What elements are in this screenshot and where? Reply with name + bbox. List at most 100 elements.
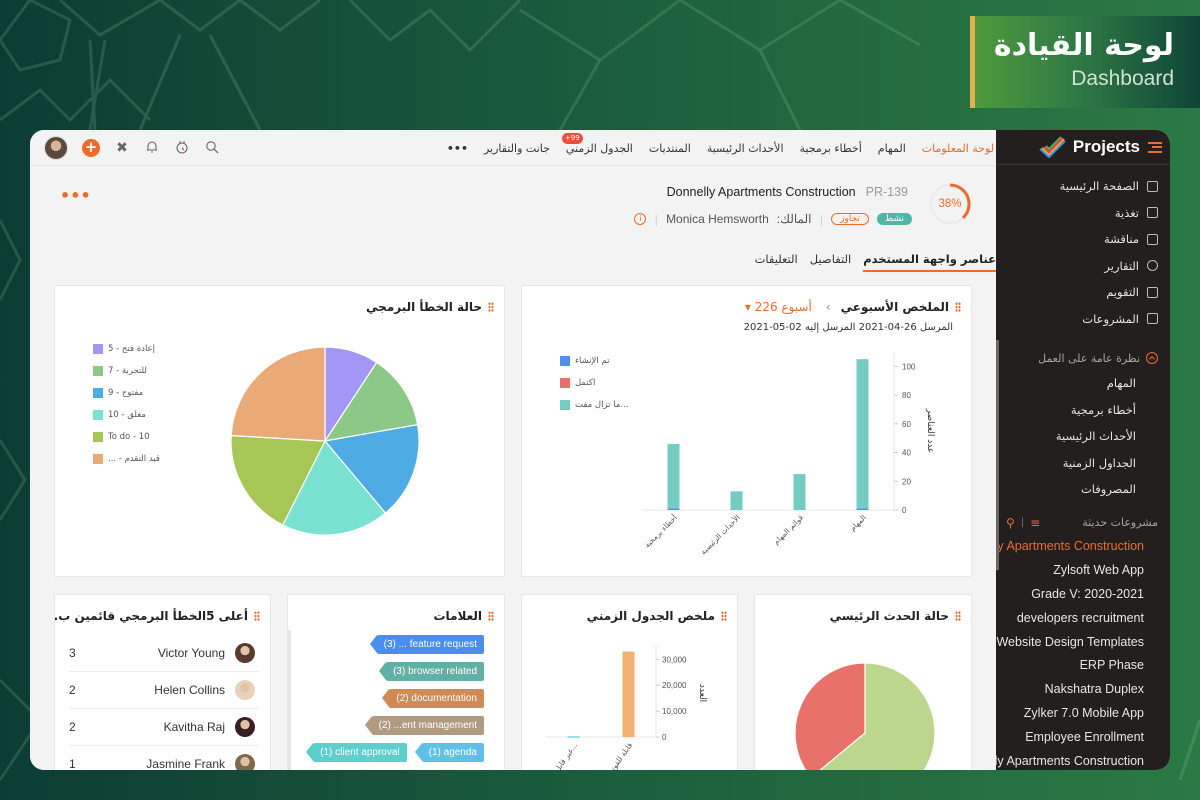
legend-item[interactable]: قيد التقدم - ... [93, 448, 160, 470]
sidebar: Projects الصفحة الرئيسية تغذية مناقشة ال… [996, 130, 1170, 770]
recent-project-item[interactable]: Website Design Templates [996, 630, 1170, 654]
nav-timesheet[interactable]: الجدول الزمني +99 [561, 132, 633, 155]
reporter-row[interactable]: Helen Collins 2 [69, 672, 259, 709]
recent-project-label: Zylsoft Web App [1053, 563, 1144, 578]
bar-open[interactable] [667, 443, 680, 509]
more-menu-button[interactable]: ••• [447, 142, 468, 155]
recent-project-item[interactable]: ERP Phase [996, 653, 1170, 677]
legend-item[interactable]: للتجربة - 7 [93, 360, 160, 382]
user-avatar[interactable] [44, 136, 68, 160]
sidebar-item-label: الصفحة الرئيسية [1059, 179, 1139, 194]
sidebar-item-reports[interactable]: التقارير [996, 253, 1170, 280]
projects-logo-icon [1039, 136, 1066, 158]
search-icon[interactable] [204, 140, 220, 156]
project-header: ••• 38% Donnelly Apartments Construction… [30, 166, 996, 278]
hamburger-menu-icon[interactable] [1148, 141, 1162, 153]
tag-chip[interactable]: (1) agenda [414, 743, 484, 762]
sidebar-item-label: مناقشة [1103, 232, 1139, 247]
timesheet-bar[interactable] [622, 651, 635, 737]
recent-project-label: Donnelly Apartments Construction [996, 539, 1144, 554]
bar-open[interactable] [856, 359, 869, 509]
bug-status-slice[interactable] [230, 346, 326, 442]
tag-chip[interactable]: (2) ...ent management [364, 716, 484, 735]
recent-project-item[interactable]: developers recruitment [996, 606, 1170, 630]
sidebar-item-discussion[interactable]: مناقشة [996, 226, 1170, 253]
x-tick-label: الأحداث الرئيسية [698, 512, 742, 556]
add-button[interactable]: + [82, 139, 100, 157]
bell-icon[interactable] [144, 140, 160, 156]
legend-item[interactable]: مفتوح - 9 [93, 382, 160, 404]
chevron-right-icon[interactable]: › [826, 300, 831, 314]
sidebar-item-calendar[interactable]: التقويم [996, 279, 1170, 306]
tab-details[interactable]: التفاصيل [810, 252, 851, 272]
drag-handle-icon[interactable] [254, 611, 260, 621]
sidebar-item-bugs[interactable]: أخطاء برمجية [996, 397, 1170, 424]
legend-label: To do - 10 [108, 432, 150, 442]
tab-ui-widgets[interactable]: عناصر واجهة المستخدم [863, 252, 996, 272]
recent-project-label: Website Design Templates [996, 634, 1144, 649]
tag-chip[interactable]: (2) documentation [382, 689, 484, 708]
reporter-row[interactable]: Jasmine Frank 1 [69, 746, 259, 770]
tag-chip[interactable]: (1) client approval [306, 743, 407, 762]
filter-icon[interactable]: ≡ [1030, 516, 1040, 530]
x-tick-label: قوائم المهام [772, 513, 806, 547]
legend-item[interactable]: إعادة فتح - 5 [93, 338, 160, 360]
recent-project-item[interactable]: Zylsoft Web App [996, 558, 1170, 582]
recent-project-label: Grade V: 2020-2021 [1031, 586, 1144, 601]
bar-created[interactable] [667, 508, 680, 510]
widget-title: حالة الخطأ البرمجي [366, 300, 482, 314]
widget-title: العلامات [433, 609, 483, 623]
search-icon[interactable]: ⚲ [1006, 516, 1015, 530]
sidebar-scrollbar[interactable] [996, 340, 999, 570]
legend-item[interactable]: مغلق - 10 [93, 404, 160, 426]
bar-open[interactable] [730, 491, 743, 510]
tab-comments[interactable]: التعليقات [755, 252, 798, 272]
info-icon[interactable]: i [634, 213, 647, 225]
reporter-row[interactable]: Victor Young 3 [69, 635, 259, 672]
sidebar-item-projects[interactable]: المشروعات [996, 306, 1170, 333]
project-more-button[interactable]: ••• [60, 186, 91, 205]
sidebar-item-expenses[interactable]: المصروفات [996, 476, 1170, 503]
bar-open[interactable] [793, 474, 806, 510]
date-range: المرسل 26-04-2021 المرسل إليه 02-05-2021 [743, 322, 953, 333]
widget-title: أعلى 5الخطأ البرمجي قائمين ب... [54, 609, 248, 623]
tools-icon[interactable]: ✖ [114, 140, 130, 156]
timesheet-bar[interactable] [567, 736, 580, 738]
legend-item[interactable]: To do - 10 [93, 426, 160, 448]
banner-title-english: Dashboard [1071, 67, 1174, 90]
nav-milestones[interactable]: الأحداث الرئيسية [707, 142, 784, 155]
sidebar-item-tasks[interactable]: المهام [996, 370, 1170, 397]
top-bar: + ✖ لوحة المعلومات المهام أخطاء برمجية ا… [30, 130, 996, 166]
bar-created[interactable] [856, 508, 869, 510]
drag-handle-icon[interactable] [488, 611, 494, 621]
work-overview-toggle[interactable]: نظرة عامة على العمل [996, 346, 1170, 370]
reporter-row[interactable]: Kavitha Raj 2 [69, 709, 259, 746]
tag-chip[interactable]: (3) ... feature request [369, 635, 484, 654]
tag-row: (2) ...ent management [288, 716, 484, 735]
nav-dashboard[interactable]: لوحة المعلومات [922, 142, 994, 155]
week-selector[interactable]: أسبوع 226 ▾ [745, 300, 812, 314]
drag-handle-icon[interactable] [721, 611, 727, 621]
nav-gantt-reports[interactable]: جانت والتقارير [484, 142, 550, 155]
nav-forums[interactable]: المنتديات [649, 142, 691, 155]
tag-chip[interactable]: (3) browser related [379, 662, 484, 681]
recent-project-item[interactable]: Nakshatra Duplex [996, 677, 1170, 701]
sidebar-item-timesheets[interactable]: الجداول الزمنية [996, 450, 1170, 477]
recent-project-item[interactable]: Grade V: 2020-2021 [996, 582, 1170, 606]
recent-project-item[interactable]: Donnelly Apartments Construction [996, 749, 1170, 770]
status-badge-active[interactable]: نشط [876, 213, 912, 225]
timer-icon[interactable] [174, 140, 190, 156]
drag-handle-icon[interactable] [488, 302, 494, 312]
nav-tasks[interactable]: المهام [878, 142, 906, 155]
sidebar-item-milestones[interactable]: الأحداث الرئيسية [996, 423, 1170, 450]
sidebar-item-feed[interactable]: تغذية [996, 200, 1170, 227]
nav-bugs[interactable]: أخطاء برمجية [800, 142, 862, 155]
recent-project-item[interactable]: Zylker 7.0 Mobile App [996, 701, 1170, 725]
drag-handle-icon[interactable] [955, 302, 961, 312]
owner-name[interactable]: Monica Hemsworth [666, 212, 769, 226]
recent-project-item[interactable]: Employee Enrollment [996, 725, 1170, 749]
drag-handle-icon[interactable] [955, 611, 961, 621]
sidebar-header: Projects [996, 130, 1170, 165]
sidebar-item-home[interactable]: الصفحة الرئيسية [996, 173, 1170, 200]
recent-project-item[interactable]: Donnelly Apartments Construction [996, 535, 1170, 559]
